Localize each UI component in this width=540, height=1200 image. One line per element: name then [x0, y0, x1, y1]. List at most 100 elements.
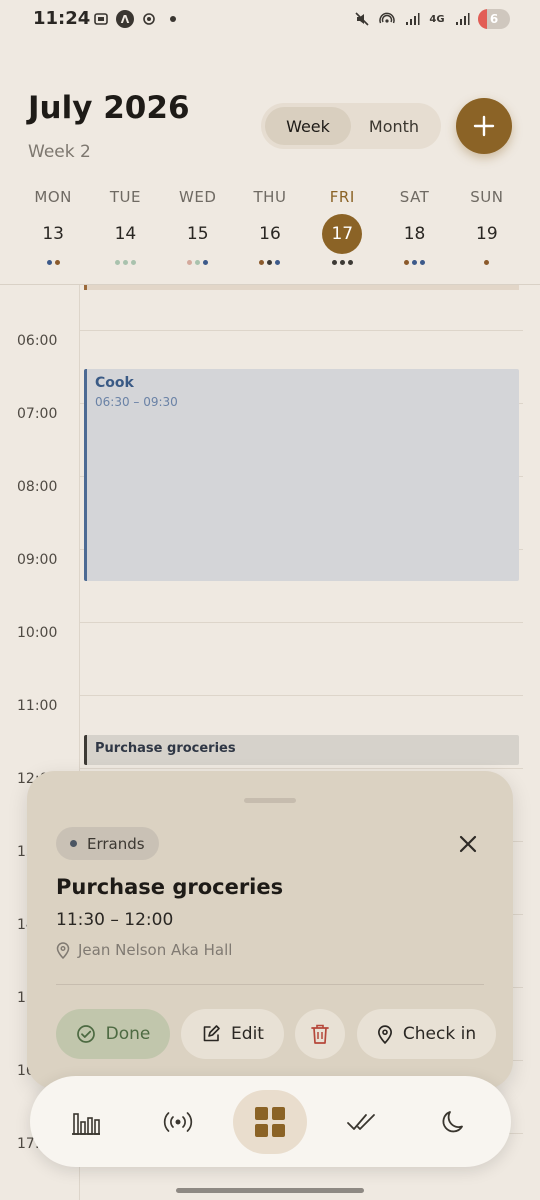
hotspot-icon — [378, 10, 396, 28]
stats-icon — [72, 1113, 100, 1135]
event-cook[interactable]: Cook 06:30 – 09:30 — [84, 369, 519, 581]
event-dot — [412, 260, 418, 265]
previous-event-edge[interactable] — [84, 285, 519, 290]
event-dot — [267, 260, 273, 265]
day-event-dots — [404, 260, 426, 266]
day-name: TUE — [109, 188, 141, 206]
week-label: Week 2 — [28, 142, 91, 162]
event-dot — [404, 260, 410, 265]
battery-icon: 6 — [478, 9, 510, 29]
month-title: July 2026 — [28, 90, 190, 126]
app-notification-icon: Λ — [116, 10, 134, 28]
day-name: FRI — [329, 188, 355, 206]
event-dot — [203, 260, 209, 265]
hour-gridline — [80, 622, 523, 623]
day-wed[interactable]: WED 15 — [162, 188, 234, 273]
day-name: THU — [253, 188, 287, 206]
hour-gridline — [80, 330, 523, 331]
event-dot — [122, 260, 128, 265]
event-dot — [187, 260, 193, 265]
event-dot — [347, 260, 353, 265]
location-text: Jean Nelson Aka Hall — [78, 941, 233, 959]
bottom-navigation — [30, 1076, 511, 1167]
gesture-bar[interactable] — [176, 1188, 364, 1193]
nav-tasks-button[interactable] — [325, 1090, 399, 1154]
moon-icon — [442, 1111, 463, 1133]
event-dot — [130, 260, 136, 265]
day-name: MON — [34, 188, 72, 206]
nav-broadcast-button[interactable] — [141, 1090, 215, 1154]
day-name: SAT — [399, 188, 430, 206]
day-name: WED — [179, 188, 217, 206]
category-chip[interactable]: Errands — [56, 827, 159, 860]
event-purchase-groceries[interactable]: Purchase groceries — [84, 735, 519, 765]
hour-label: 06:00 — [17, 333, 58, 349]
network-type-label: 4G — [429, 13, 445, 25]
location-pin-icon — [56, 941, 70, 959]
check-in-label: Check in — [402, 1024, 477, 1044]
day-number: 13 — [42, 224, 64, 244]
day-event-dots — [114, 260, 136, 266]
event-cook-time: 06:30 – 09:30 — [95, 395, 178, 409]
sheet-event-title: Purchase groceries — [56, 875, 284, 899]
status-icons-left: Λ — [92, 10, 176, 28]
day-event-dots — [46, 260, 60, 266]
view-month-button[interactable]: Month — [351, 107, 437, 145]
day-thu[interactable]: THU 16 — [234, 188, 306, 273]
day-sun[interactable]: SUN 19 — [451, 188, 523, 273]
broadcast-icon — [163, 1112, 193, 1132]
sheet-divider — [56, 984, 484, 985]
event-dot — [484, 260, 490, 265]
view-toggle: Week Month — [261, 103, 441, 149]
week-days-strip: MON 13 TUE 14 WED 15 THU 16 FRI 17 SAT 18 SUN 19 — [17, 188, 523, 273]
event-detail-sheet: Errands Purchase groceries 11:30 – 12:00… — [27, 771, 513, 1089]
day-sat[interactable]: SAT 18 — [378, 188, 450, 273]
sheet-drag-handle[interactable] — [244, 798, 296, 803]
nav-stats-button[interactable] — [49, 1090, 123, 1154]
mute-icon — [353, 10, 371, 28]
screenshot-icon — [92, 10, 110, 28]
grid-icon — [255, 1107, 285, 1137]
sheet-event-time: 11:30 – 12:00 — [56, 910, 174, 930]
event-dot — [46, 260, 52, 265]
done-button[interactable]: Done — [56, 1009, 170, 1059]
day-fri[interactable]: FRI 17 — [306, 188, 378, 273]
done-label: Done — [105, 1024, 151, 1044]
trash-icon — [311, 1024, 329, 1044]
status-bar: 11:24 Λ 4G 6 — [0, 0, 540, 40]
status-time: 11:24 — [33, 8, 91, 29]
delete-button[interactable] — [295, 1009, 345, 1059]
edit-button[interactable]: Edit — [181, 1009, 284, 1059]
check-circle-icon — [76, 1025, 95, 1043]
more-notifications-dot — [170, 16, 176, 22]
day-event-dots — [331, 260, 353, 266]
day-name: SUN — [470, 188, 504, 206]
day-mon[interactable]: MON 13 — [17, 188, 89, 273]
view-week-button[interactable]: Week — [265, 107, 351, 145]
day-number: 14 — [114, 224, 137, 244]
add-event-button[interactable] — [456, 98, 512, 154]
nav-sleep-button[interactable] — [417, 1090, 491, 1154]
nav-calendar-button[interactable] — [233, 1090, 307, 1154]
hour-label: 10:00 — [17, 625, 58, 641]
double-check-icon — [347, 1114, 375, 1130]
close-icon — [459, 835, 477, 853]
day-number: 17 — [322, 214, 363, 254]
day-number: 15 — [186, 224, 209, 244]
hour-label: 08:00 — [17, 479, 58, 495]
event-dot — [339, 260, 345, 265]
day-number: 16 — [259, 224, 281, 244]
location-pin-icon — [377, 1024, 392, 1044]
signal-icon-2 — [453, 10, 471, 28]
hour-label: 07:00 — [17, 406, 58, 422]
battery-level: 6 — [489, 12, 499, 26]
event-dot — [114, 260, 120, 265]
event-dot — [420, 260, 426, 265]
check-in-button[interactable]: Check in — [357, 1009, 496, 1059]
day-tue[interactable]: TUE 14 — [89, 188, 161, 273]
close-sheet-button[interactable] — [455, 831, 481, 857]
event-cook-title: Cook — [95, 375, 134, 391]
day-event-dots — [259, 260, 281, 266]
day-number: 19 — [476, 224, 498, 244]
sheet-event-location: Jean Nelson Aka Hall — [56, 941, 232, 959]
